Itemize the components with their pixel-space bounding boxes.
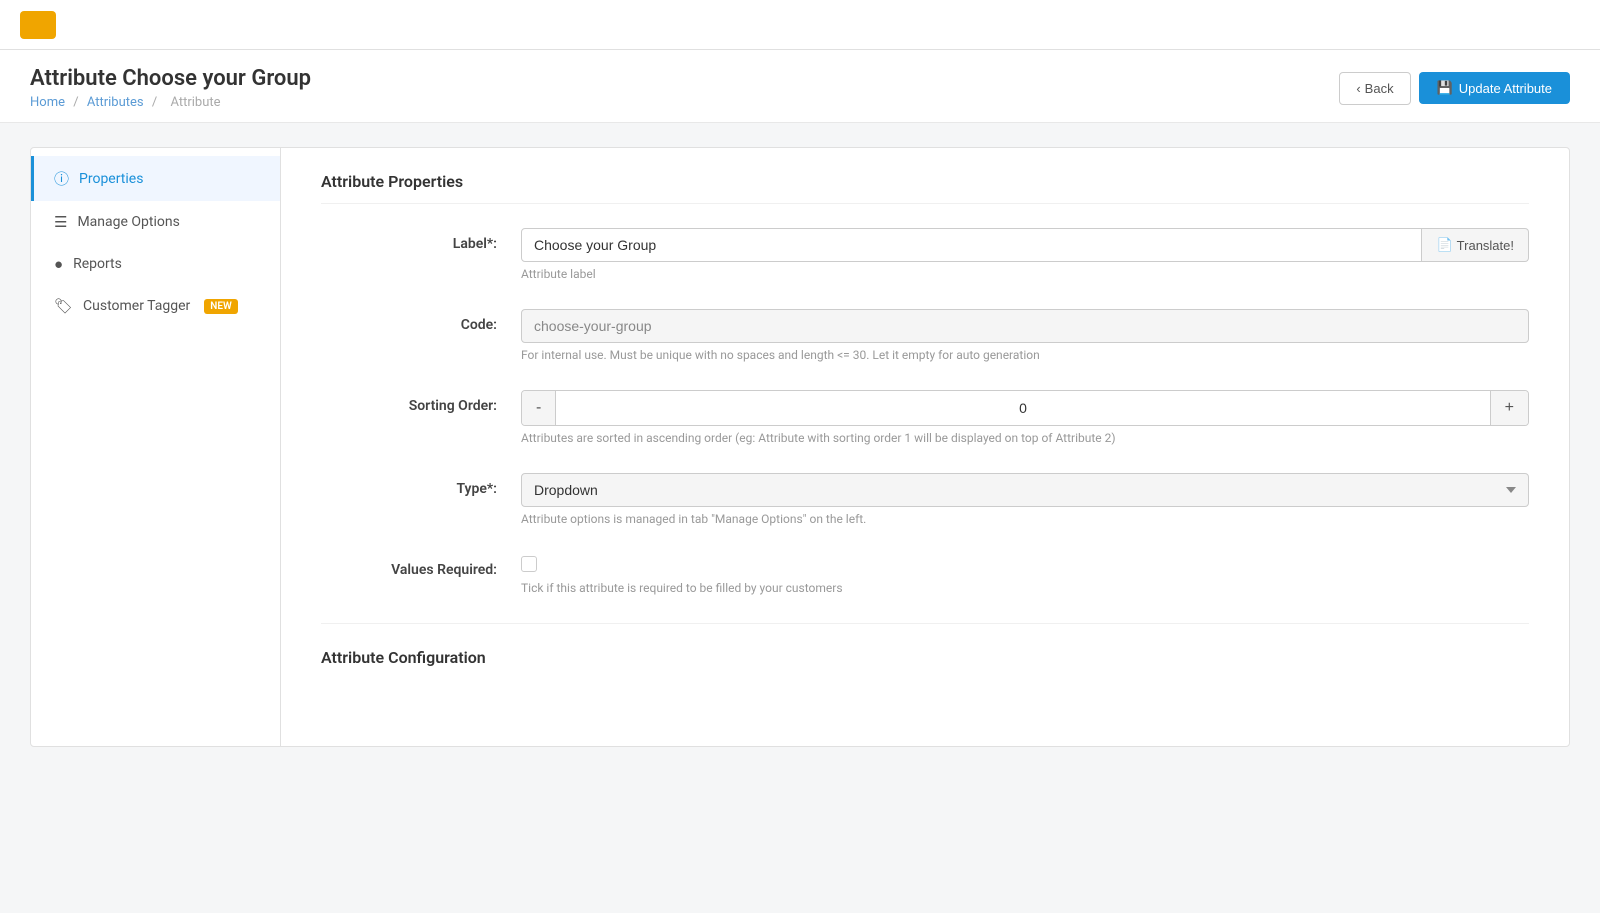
- code-input: [521, 309, 1529, 343]
- sidebar-item-manage-options[interactable]: ☰ Manage Options: [31, 201, 280, 243]
- translate-button[interactable]: 📄 Translate!: [1422, 228, 1529, 262]
- form-area: Attribute Properties Label*: 📄 Translate…: [281, 148, 1569, 746]
- translate-icon: 📄: [1436, 237, 1452, 253]
- sorting-input-group: - +: [521, 390, 1529, 426]
- breadcrumb-current: Attribute: [170, 95, 220, 110]
- breadcrumb-home[interactable]: Home: [30, 95, 65, 110]
- logo: [20, 11, 56, 39]
- values-required-checkbox[interactable]: [521, 556, 537, 572]
- values-required-field-label: Values Required:: [321, 554, 521, 578]
- sidebar-item-label-customer-tagger: Customer Tagger: [83, 298, 190, 314]
- back-button[interactable]: ‹ Back: [1339, 72, 1410, 105]
- sorting-order-help-text: Attributes are sorted in ascending order…: [521, 431, 1529, 445]
- breadcrumb: Home / Attributes / Attribute: [30, 95, 311, 110]
- label-input[interactable]: [521, 228, 1422, 262]
- type-help-text: Attribute options is managed in tab "Man…: [521, 512, 1529, 526]
- tag-icon: 🏷: [54, 297, 73, 315]
- sidebar-item-label-manage-options: Manage Options: [77, 214, 179, 230]
- section-title-properties: Attribute Properties: [321, 172, 1529, 204]
- form-group-type: Type*: Dropdown Text Textarea Date Check…: [321, 473, 1529, 526]
- update-attribute-button[interactable]: 💾 Update Attribute: [1419, 72, 1570, 104]
- values-required-control-wrap: Tick if this attribute is required to be…: [521, 554, 1529, 595]
- code-field-label: Code:: [321, 309, 521, 333]
- type-field-label: Type*:: [321, 473, 521, 497]
- new-badge: NEW: [204, 299, 238, 314]
- sidebar-item-reports[interactable]: ● Reports: [31, 243, 280, 285]
- sorting-order-input[interactable]: [556, 392, 1489, 424]
- top-bar: [0, 0, 1600, 50]
- sorting-increment-button[interactable]: +: [1490, 391, 1528, 425]
- globe-icon: ●: [54, 255, 63, 273]
- sidebar-item-properties[interactable]: ⓘ Properties: [31, 156, 280, 201]
- chevron-left-icon: ‹: [1356, 81, 1360, 96]
- sidebar-item-customer-tagger[interactable]: 🏷 Customer Tagger NEW: [31, 285, 280, 327]
- type-control-wrap: Dropdown Text Textarea Date Checkbox Att…: [521, 473, 1529, 526]
- form-group-values-required: Values Required: Tick if this attribute …: [321, 554, 1529, 595]
- form-group-code: Code: For internal use. Must be unique w…: [321, 309, 1529, 362]
- sorting-order-field-label: Sorting Order:: [321, 390, 521, 414]
- sorting-order-control-wrap: - + Attributes are sorted in ascending o…: [521, 390, 1529, 445]
- main-content: ⓘ Properties ☰ Manage Options ● Reports …: [0, 123, 1600, 913]
- label-field-label: Label*:: [321, 228, 521, 252]
- section-divider: [321, 623, 1529, 624]
- label-control-wrap: 📄 Translate! Attribute label: [521, 228, 1529, 281]
- form-group-label: Label*: 📄 Translate! Attribute label: [321, 228, 1529, 281]
- page-header: Attribute Choose your Group Home / Attri…: [0, 50, 1600, 123]
- label-help-text: Attribute label: [521, 267, 1529, 281]
- save-icon: 💾: [1437, 80, 1453, 96]
- page-title: Attribute Choose your Group: [30, 66, 311, 91]
- sidebar-item-label-properties: Properties: [79, 171, 143, 187]
- content-card: ⓘ Properties ☰ Manage Options ● Reports …: [30, 147, 1570, 747]
- sidebar: ⓘ Properties ☰ Manage Options ● Reports …: [31, 148, 281, 746]
- sidebar-item-label-reports: Reports: [73, 256, 122, 272]
- type-select[interactable]: Dropdown Text Textarea Date Checkbox: [521, 473, 1529, 507]
- list-icon: ☰: [54, 213, 67, 231]
- label-input-group: 📄 Translate!: [521, 228, 1529, 262]
- code-help-text: For internal use. Must be unique with no…: [521, 348, 1529, 362]
- code-control-wrap: For internal use. Must be unique with no…: [521, 309, 1529, 362]
- page-header-left: Attribute Choose your Group Home / Attri…: [30, 66, 311, 110]
- values-required-help-text: Tick if this attribute is required to be…: [521, 581, 1529, 595]
- sorting-decrement-button[interactable]: -: [522, 391, 556, 425]
- breadcrumb-attributes[interactable]: Attributes: [87, 95, 144, 110]
- info-circle-icon: ⓘ: [54, 168, 69, 189]
- header-actions: ‹ Back 💾 Update Attribute: [1339, 72, 1570, 105]
- form-group-sorting-order: Sorting Order: - + Attributes are sorted…: [321, 390, 1529, 445]
- section-title-config: Attribute Configuration: [321, 648, 1529, 667]
